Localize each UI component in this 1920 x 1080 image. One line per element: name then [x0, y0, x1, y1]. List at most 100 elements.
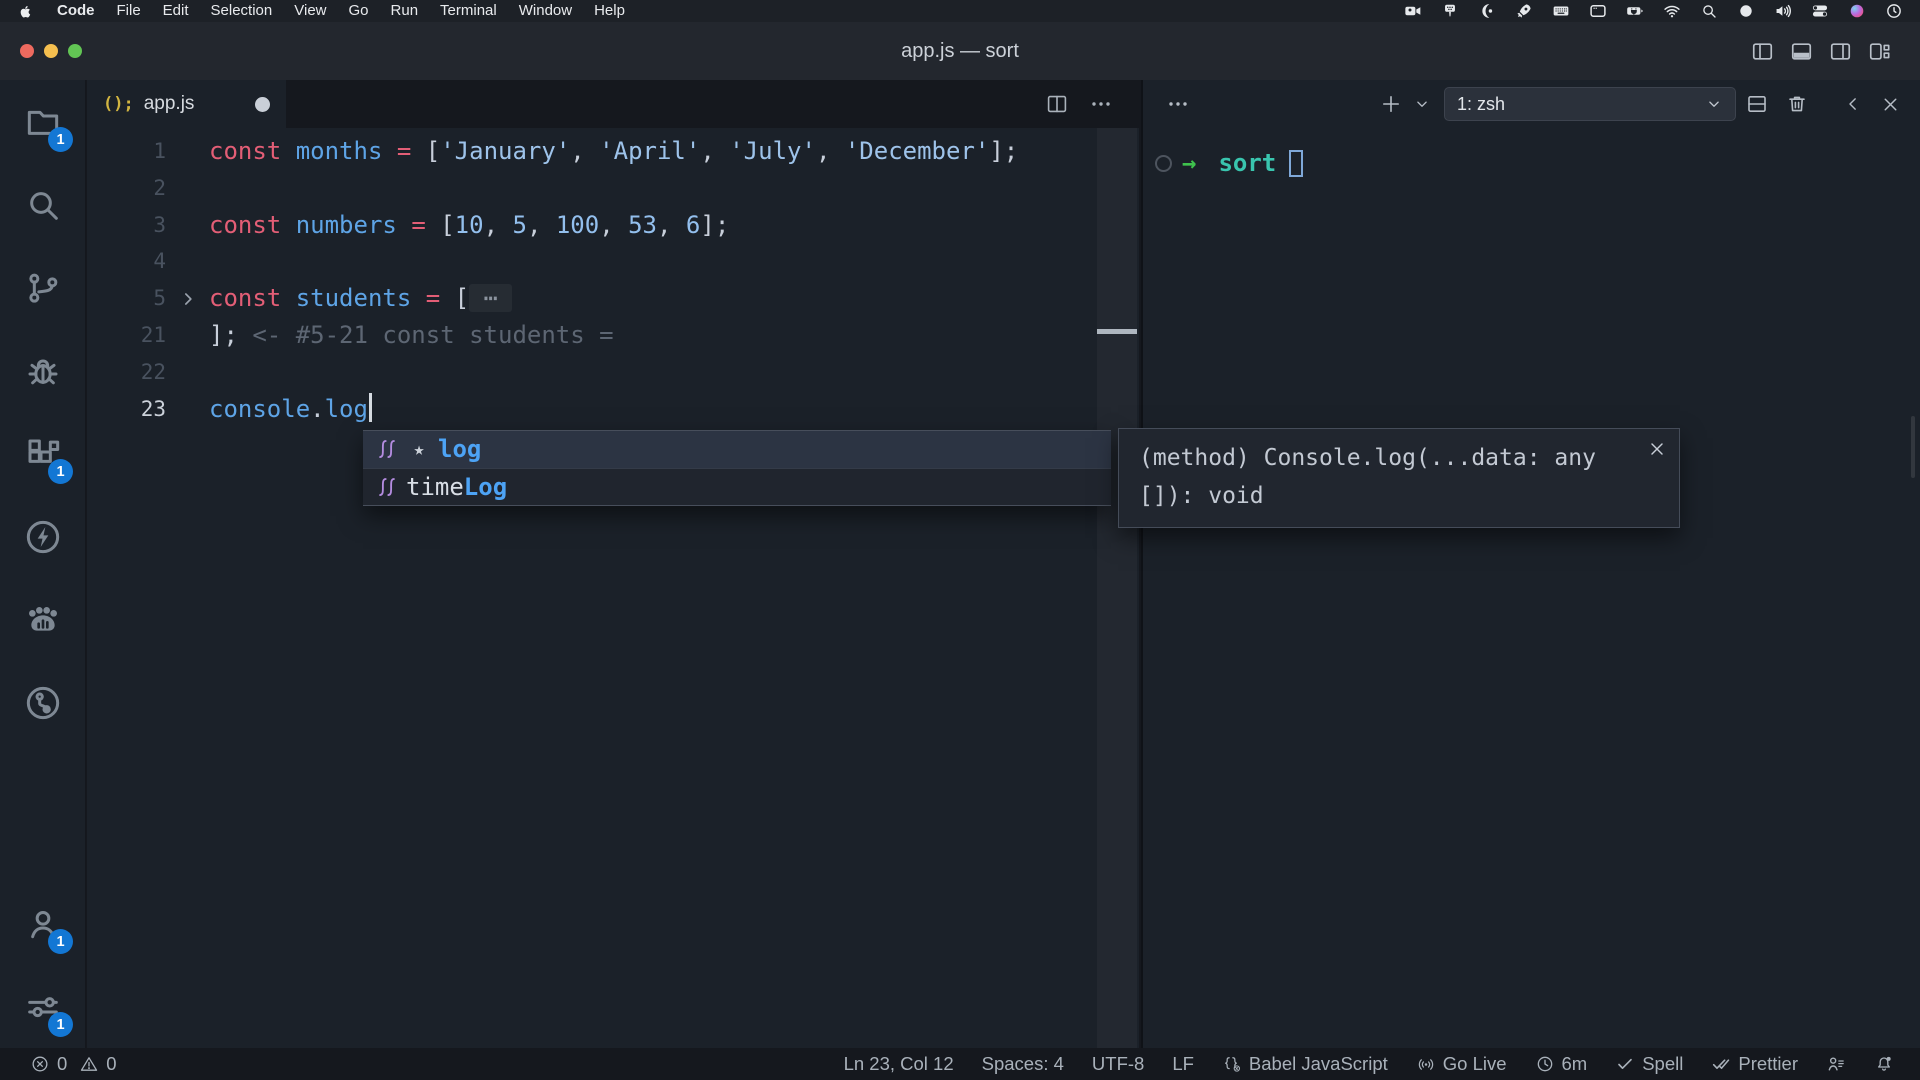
- menu-edit[interactable]: Edit: [152, 0, 200, 22]
- close-panel-icon[interactable]: [1877, 91, 1903, 117]
- token: console: [209, 395, 310, 423]
- tab-appjs[interactable]: (); app.js: [87, 80, 286, 128]
- tooltip-signature-line1: (method) Console.log(...data: any: [1139, 439, 1659, 477]
- activity-item-gitlens[interactable]: [0, 661, 85, 744]
- terminal-panel: 1: zsh → sort: [1141, 80, 1920, 1048]
- activity-item-search[interactable]: [0, 163, 85, 246]
- status-indentation[interactable]: Spaces: 4: [982, 1053, 1064, 1075]
- prompt-arrow: →: [1182, 149, 1196, 177]
- lightning-circle-icon: [23, 517, 63, 557]
- status-go-live[interactable]: Go Live: [1416, 1053, 1507, 1075]
- menu-terminal[interactable]: Terminal: [429, 0, 508, 22]
- suggest-item-log[interactable]: ★log: [363, 431, 1111, 468]
- prompt-status-circle-icon: [1155, 155, 1172, 172]
- terminal-prompt-line[interactable]: → sort: [1143, 146, 1303, 180]
- video-camera-icon[interactable]: [1402, 2, 1423, 20]
- toggle-primary-sidebar-icon[interactable]: [1750, 39, 1775, 64]
- status-prettier[interactable]: Prettier: [1711, 1053, 1798, 1075]
- activity-bar-bottom: 11: [0, 882, 85, 1048]
- status-problems-errors[interactable]: 0: [30, 1053, 67, 1075]
- activity-item-accounts[interactable]: 1: [0, 882, 85, 965]
- apple-icon[interactable]: [18, 3, 34, 20]
- status-notifications[interactable]: [1874, 1054, 1894, 1074]
- token: ,: [527, 211, 556, 239]
- token: [: [426, 211, 455, 239]
- crescent-icon[interactable]: [1476, 2, 1497, 20]
- split-editor-icon[interactable]: [1045, 92, 1069, 116]
- activity-item-explorer[interactable]: 1: [0, 80, 85, 163]
- wifi-icon[interactable]: [1661, 2, 1682, 20]
- code-editor[interactable]: 1const months = ['January', 'April', 'Ju…: [87, 128, 1139, 1048]
- activity-item-run-debug[interactable]: [0, 329, 85, 412]
- search-icon[interactable]: [1698, 2, 1719, 20]
- status-eol[interactable]: LF: [1172, 1053, 1194, 1075]
- customize-layout-icon[interactable]: [1867, 39, 1892, 64]
- window-icon[interactable]: [1587, 2, 1608, 20]
- menu-help[interactable]: Help: [583, 0, 636, 22]
- label-part: log: [438, 435, 481, 463]
- rocket-icon[interactable]: [1513, 2, 1534, 20]
- status-spell[interactable]: Spell: [1615, 1053, 1683, 1075]
- toggle-secondary-sidebar-icon[interactable]: [1828, 39, 1853, 64]
- menu-run[interactable]: Run: [380, 0, 430, 22]
- menu-file[interactable]: File: [106, 0, 152, 22]
- token: 10: [455, 211, 484, 239]
- editor-scrollbar[interactable]: [1097, 128, 1137, 1048]
- code-line: 5const students = [ ⋯: [87, 280, 1139, 317]
- terminal-select[interactable]: 1: zsh: [1444, 87, 1736, 121]
- split-terminal-icon[interactable]: [1744, 91, 1770, 117]
- token: ,: [599, 211, 628, 239]
- chevron-left-icon[interactable]: [1840, 91, 1866, 117]
- window-title-bar: app.js — sort: [0, 22, 1920, 80]
- record-dot-icon[interactable]: [1735, 2, 1756, 20]
- menu-go[interactable]: Go: [338, 0, 380, 22]
- status-accounts-status[interactable]: [1826, 1054, 1846, 1074]
- status-cursor-position[interactable]: Ln 23, Col 12: [844, 1053, 954, 1075]
- menu-view[interactable]: View: [283, 0, 337, 22]
- clock-circle-icon[interactable]: [1883, 2, 1904, 20]
- control-center-icon[interactable]: [1809, 2, 1830, 20]
- code-text: console.log: [209, 391, 372, 428]
- battery-charging-icon[interactable]: [1624, 2, 1645, 20]
- line-number: 2: [87, 170, 166, 207]
- kill-terminal-icon[interactable]: [1784, 91, 1810, 117]
- toggle-panel-icon[interactable]: [1789, 39, 1814, 64]
- token: 6: [686, 211, 700, 239]
- terminal-more-actions-icon[interactable]: [1165, 91, 1191, 117]
- menu-selection[interactable]: Selection: [200, 0, 284, 22]
- more-actions-icon[interactable]: [1089, 92, 1113, 116]
- token: 100: [556, 211, 599, 239]
- code-text: const students = [ ⋯: [209, 280, 512, 317]
- activity-item-source-control[interactable]: [0, 246, 85, 329]
- status-bar-left: 00: [30, 1053, 117, 1075]
- menu-code[interactable]: Code: [46, 0, 106, 22]
- status-label: Go Live: [1443, 1053, 1507, 1075]
- activity-item-code-stats[interactable]: [0, 578, 85, 661]
- modified-indicator-dot[interactable]: [255, 97, 270, 112]
- suggest-label: log: [438, 435, 481, 463]
- fold-collapsed-icon[interactable]: [166, 289, 209, 309]
- keyboard-icon[interactable]: [1550, 2, 1571, 20]
- spray-icon[interactable]: [1439, 2, 1460, 20]
- status-problems-warnings[interactable]: 0: [79, 1053, 116, 1075]
- token: log: [325, 395, 368, 423]
- suggest-item-timelog[interactable]: timeLog: [363, 468, 1111, 506]
- new-terminal-icon[interactable]: [1378, 91, 1404, 117]
- activity-item-extensions[interactable]: 1: [0, 412, 85, 495]
- error-icon: [30, 1054, 50, 1074]
- activity-item-settings[interactable]: 1: [0, 965, 85, 1048]
- line-number: 23: [87, 391, 166, 428]
- volume-icon[interactable]: [1772, 2, 1793, 20]
- status-timer[interactable]: 6m: [1535, 1053, 1588, 1075]
- tab-bar: (); app.js: [87, 80, 1139, 128]
- menu-window[interactable]: Window: [508, 0, 583, 22]
- status-label: Babel JavaScript: [1249, 1053, 1388, 1075]
- activity-item-thunder-client[interactable]: [0, 495, 85, 578]
- status-encoding[interactable]: UTF-8: [1092, 1053, 1144, 1075]
- status-language-mode[interactable]: Babel JavaScript: [1222, 1053, 1388, 1075]
- close-icon[interactable]: [1647, 439, 1667, 459]
- tab-label: app.js: [144, 93, 195, 115]
- terminal-scrollbar[interactable]: [1911, 416, 1915, 478]
- siri-icon[interactable]: [1846, 2, 1867, 20]
- new-terminal-dropdown-icon[interactable]: [1409, 91, 1435, 117]
